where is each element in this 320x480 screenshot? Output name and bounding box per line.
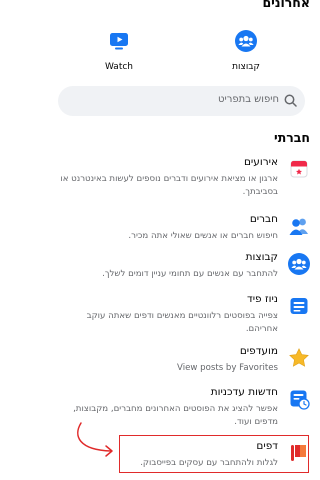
menu-item-title: ניוז פיד	[246, 293, 278, 305]
menu-item-title: חברים	[249, 213, 278, 225]
search-icon	[284, 94, 297, 107]
shortcut-watch[interactable]: Watch	[91, 30, 147, 72]
menu-item-friends[interactable]: חברים חיפוש חברים או אנשים שאולי אתה מכי…	[47, 213, 320, 243]
menu-item-groups[interactable]: קבוצות להתחבר עם אנשים עם תחומי עניין דו…	[47, 251, 320, 281]
annotation-arrow-icon	[77, 422, 113, 457]
menu-item-events[interactable]: אירועים ארגון או מציאת אירועים ודברים נו…	[47, 156, 320, 197]
search-placeholder: חיפוש בתפריט	[218, 94, 279, 105]
menu-search-field[interactable]: חיפוש בתפריט	[58, 86, 305, 116]
star-icon	[289, 348, 309, 367]
watch-icon	[110, 33, 128, 50]
menu-item-title: מועדפים	[239, 345, 278, 357]
shortcut-watch-label: Watch	[104, 62, 134, 72]
news-feed-icon	[290, 298, 308, 314]
menu-item-news-feed[interactable]: ניוז פיד צפייה בפוסטים רלוונטיים מאנשים …	[47, 293, 320, 334]
menu-item-description: צפייה בפוסטים רלוונטיים מאנשים ודפים שאת…	[86, 311, 278, 334]
social-section-title: חברתי	[274, 130, 310, 145]
recent-news-icon	[290, 390, 310, 410]
shortcut-groups[interactable]: קבוצות	[218, 30, 274, 72]
recent-section-title: אחרונים	[262, 0, 310, 10]
calendar-icon	[290, 160, 308, 178]
menu-item-description: ארגון או מציאת אירועים ודברים נוספים לעש…	[60, 174, 278, 197]
shortcut-groups-label: קבוצות	[232, 62, 260, 72]
friends-icon	[289, 218, 308, 235]
menu-item-title: חדשות עדכניות	[210, 386, 278, 398]
menu-item-title: קבוצות	[245, 251, 278, 263]
menu-item-description: View posts by Favorites	[177, 363, 278, 373]
highlight-box	[119, 435, 309, 473]
menu-item-title: אירועים	[243, 156, 278, 168]
menu-item-favorites[interactable]: מועדפים View posts by Favorites	[47, 345, 320, 375]
menu-item-description: חיפוש חברים או אנשים שאולי אתה מכיר.	[128, 231, 278, 241]
groups-icon	[235, 30, 257, 52]
groups-icon	[288, 253, 310, 275]
menu-item-description: להתחבר עם אנשים עם תחומי עניין דומים לשל…	[102, 269, 278, 279]
